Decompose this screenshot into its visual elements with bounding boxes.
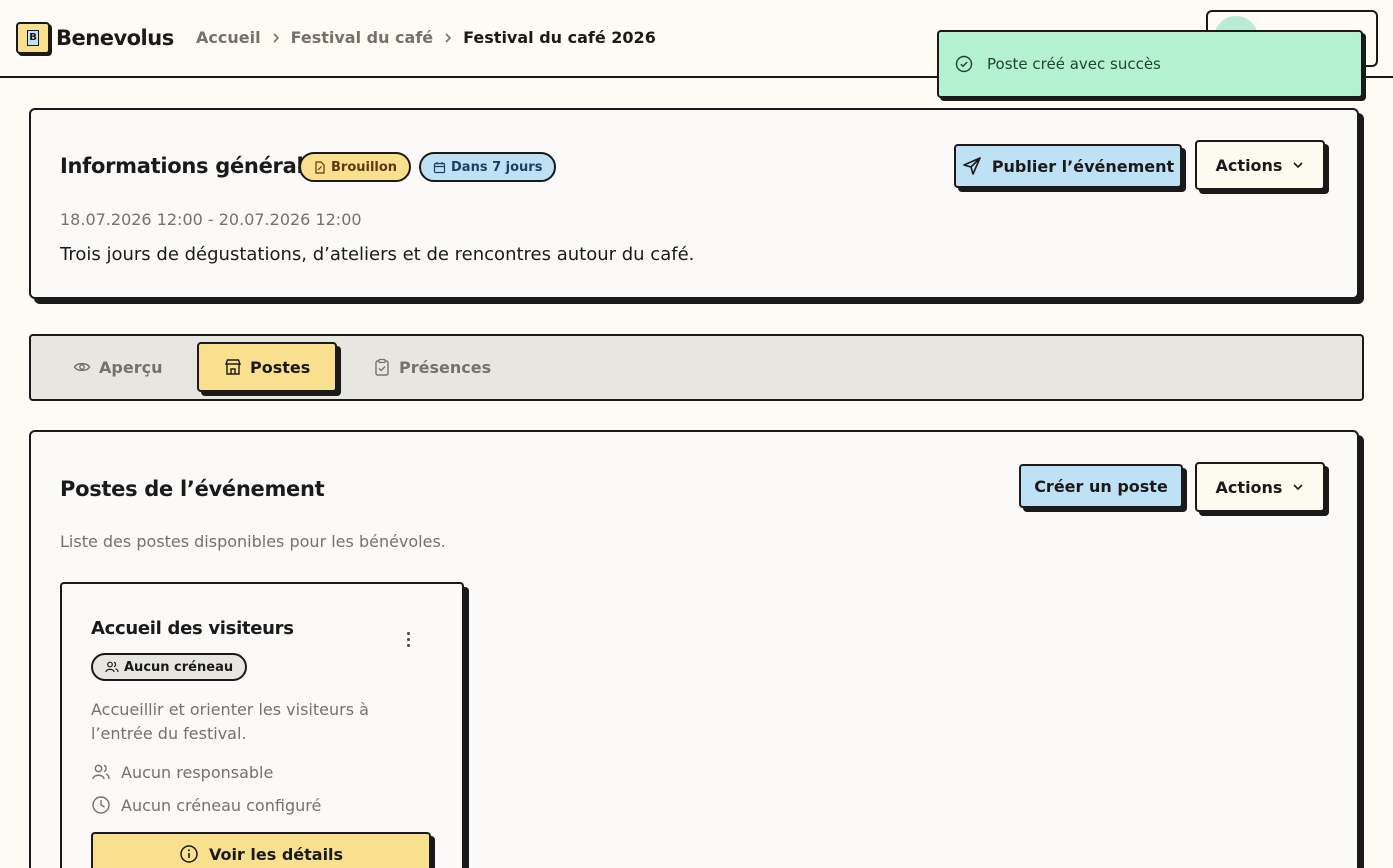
- tab-attendance-label: Présences: [399, 357, 492, 377]
- posts-actions-label: Actions: [1215, 477, 1283, 497]
- slot-count-label: Aucun créneau: [124, 659, 234, 675]
- date-badge-label: Dans 7 jours: [451, 159, 543, 175]
- posts-actions-button[interactable]: Actions: [1195, 462, 1325, 512]
- success-toast: Poste créé avec succès: [937, 30, 1363, 98]
- send-icon: [962, 156, 982, 176]
- post-manager-label: Aucun responsable: [121, 762, 274, 782]
- tab-overview[interactable]: Aperçu: [73, 342, 162, 392]
- post-manager: Aucun responsable: [91, 762, 273, 782]
- publish-event-button[interactable]: Publier l’événement: [954, 144, 1182, 188]
- posts-subtitle: Liste des postes disponibles pour les bé…: [60, 532, 446, 551]
- app-name: Benevolus: [56, 26, 174, 50]
- breadcrumb-festival[interactable]: Festival du café: [291, 28, 434, 47]
- event-actions-label: Actions: [1215, 155, 1283, 175]
- breadcrumb-current: Festival du café 2026: [463, 28, 656, 47]
- users-icon: [105, 660, 119, 674]
- view-details-button[interactable]: Voir les détails: [91, 832, 431, 868]
- date-badge: Dans 7 jours: [419, 152, 557, 182]
- brand-home-link[interactable]: B Benevolus: [16, 22, 174, 54]
- post-card: Accueil des visiteurs Aucun créneau Accu…: [60, 582, 464, 868]
- info-icon: [179, 844, 199, 864]
- more-vertical-icon[interactable]: [398, 630, 418, 652]
- event-description: Trois jours de dégustations, d’ateliers …: [60, 244, 695, 265]
- clipboard-check-icon: [373, 358, 391, 376]
- post-title: Accueil des visiteurs: [91, 618, 294, 639]
- slot-count-badge: Aucun créneau: [91, 653, 248, 681]
- store-icon: [224, 358, 242, 376]
- chevron-right-icon: [443, 32, 453, 44]
- tab-posts-label: Postes: [250, 357, 311, 377]
- users-icon: [91, 762, 111, 782]
- create-post-label: Créer un poste: [1034, 476, 1168, 496]
- event-dates: 18.07.2026 12:00 - 20.07.2026 12:00: [60, 210, 362, 229]
- tab-overview-label: Aperçu: [99, 357, 163, 377]
- toast-message: Poste créé avec succès: [987, 55, 1161, 73]
- check-circle-icon: [955, 55, 973, 73]
- posts-title: Postes de l’événement: [60, 477, 325, 501]
- event-info-card: Informations générales Brouillon Dans 7 …: [29, 108, 1359, 299]
- status-badge: Brouillon: [299, 152, 412, 182]
- post-description: Accueillir et orienter les visiteurs à l…: [91, 700, 369, 743]
- breadcrumb: Accueil Festival du café Festival du caf…: [196, 28, 656, 47]
- logo-letter: B: [27, 30, 39, 46]
- view-details-label: Voir les détails: [208, 844, 344, 864]
- calendar-icon: [433, 161, 446, 174]
- post-slots: Aucun créneau configuré: [91, 795, 321, 815]
- section-title: Informations générales: [60, 154, 330, 178]
- app-logo: B: [16, 22, 50, 54]
- publish-event-label: Publier l’événement: [991, 156, 1175, 176]
- eye-icon: [73, 358, 91, 376]
- chevron-down-icon: [1292, 159, 1304, 171]
- clock-icon: [91, 795, 111, 815]
- posts-section: Postes de l’événement Créer un poste Act…: [29, 430, 1359, 868]
- post-slots-label: Aucun créneau configuré: [121, 795, 322, 815]
- chevron-right-icon: [271, 32, 281, 44]
- status-badge-label: Brouillon: [331, 159, 398, 175]
- tab-attendance[interactable]: Présences: [373, 342, 491, 392]
- event-actions-button[interactable]: Actions: [1195, 140, 1325, 190]
- file-pen-icon: [313, 160, 326, 174]
- chevron-down-icon: [1292, 481, 1304, 493]
- tab-posts[interactable]: Postes: [197, 342, 338, 392]
- create-post-button[interactable]: Créer un poste: [1019, 464, 1183, 508]
- event-tabs: Aperçu Postes Présences: [29, 334, 1364, 401]
- breadcrumb-home[interactable]: Accueil: [196, 28, 261, 47]
